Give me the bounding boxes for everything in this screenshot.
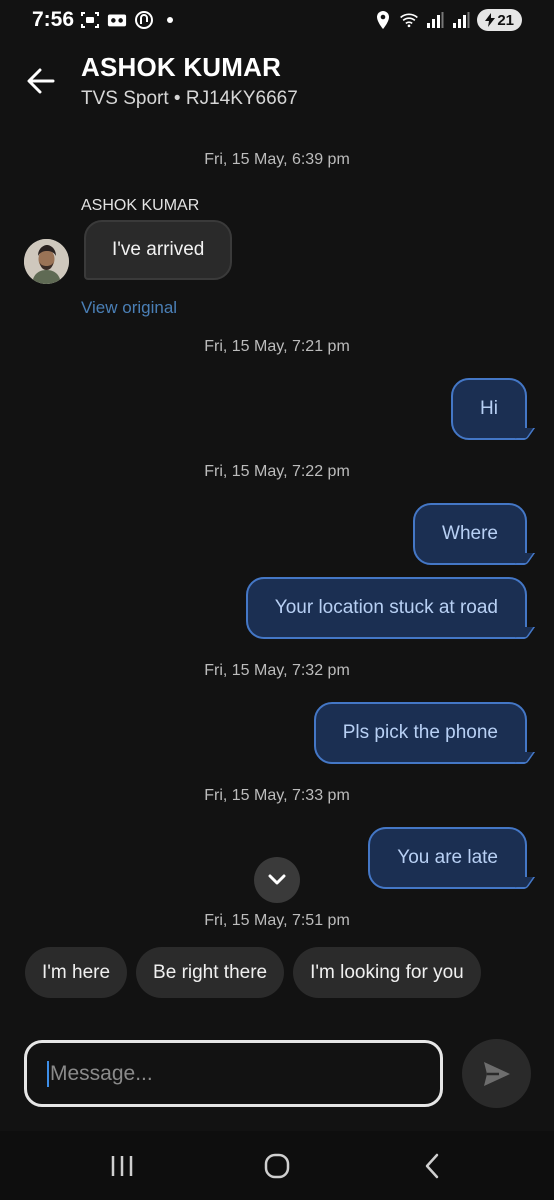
back-icon [425, 1153, 439, 1178]
send-icon [483, 1061, 510, 1086]
recent-apps-icon [111, 1155, 133, 1176]
home-icon [264, 1153, 290, 1178]
message-input[interactable]: Message... [24, 1040, 443, 1107]
nav-back-button[interactable] [392, 1131, 472, 1200]
quick-replies: I'm here Be right there I'm looking for yo… [25, 947, 554, 999]
avatar [24, 239, 69, 284]
arrow-left-icon [27, 68, 55, 94]
signal-icon [451, 10, 471, 30]
timestamp: Fri, 15 May, 7:33 pm [204, 787, 350, 804]
home-button[interactable] [237, 1131, 317, 1200]
outgoing-message[interactable]: Hi [451, 378, 527, 440]
quick-reply-chip[interactable]: I'm looking for you [293, 947, 481, 998]
scroll-to-bottom-button[interactable] [254, 857, 300, 903]
outgoing-message[interactable]: Pls pick the phone [313, 702, 527, 764]
timestamp: Fri, 15 May, 7:51 pm [204, 912, 350, 929]
quick-replies-fade [514, 947, 554, 999]
timestamp: Fri, 15 May, 7:21 pm [204, 338, 350, 355]
battery-icon: 21 [477, 9, 522, 31]
outgoing-message[interactable]: Your location stuck at road [245, 577, 527, 639]
location-icon [373, 10, 393, 30]
screenshot-icon [80, 10, 100, 30]
chevron-down-icon [268, 874, 286, 885]
outgoing-message[interactable]: Where [413, 503, 527, 565]
chat-header: ASHOK KUMAR TVS Sport • RJ14KY6667 [0, 44, 554, 124]
status-icons-right: 21 [373, 9, 522, 31]
driver-name: ASHOK KUMAR [81, 52, 282, 82]
incoming-message[interactable]: I've arrived [84, 220, 233, 280]
message-placeholder: Message... [50, 1061, 153, 1085]
timestamp: Fri, 15 May, 7:22 pm [204, 463, 350, 480]
status-time: 7:56 [32, 8, 75, 31]
wifi-icon [399, 10, 419, 30]
text-caret [47, 1060, 49, 1087]
outgoing-message[interactable]: You are late [368, 827, 527, 889]
timestamp: Fri, 15 May, 7:32 pm [204, 662, 350, 679]
signal-icon [425, 10, 445, 30]
battery-level: 21 [497, 11, 514, 29]
quick-reply-chip[interactable]: I'm here [25, 947, 128, 998]
message-list[interactable]: Fri, 15 May, 6:39 pm ASHOK KUMAR I've ar… [0, 124, 554, 929]
view-original-link[interactable]: View original [81, 298, 177, 318]
back-button[interactable] [22, 62, 60, 100]
app-icon [134, 10, 154, 30]
system-nav-bar [0, 1131, 554, 1200]
status-bar: 7:56 21 [0, 0, 554, 44]
recent-apps-button[interactable] [82, 1131, 162, 1200]
sender-name: ASHOK KUMAR [81, 197, 200, 214]
vehicle-info: TVS Sport • RJ14KY6667 [81, 88, 298, 109]
quick-reply-chip[interactable]: Be right there [136, 947, 285, 998]
dot-icon [167, 17, 173, 23]
voicemail-icon [107, 10, 127, 30]
timestamp: Fri, 15 May, 6:39 pm [204, 151, 350, 168]
send-button[interactable] [462, 1039, 531, 1108]
status-icons-left [80, 10, 173, 30]
